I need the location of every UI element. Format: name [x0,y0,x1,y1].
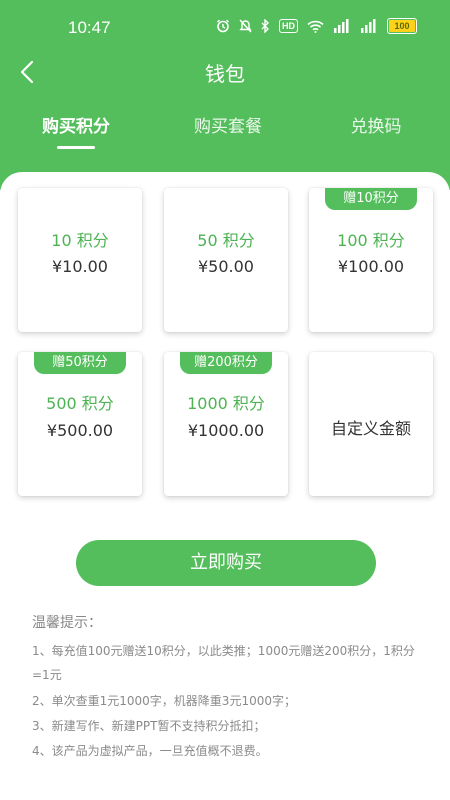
bluetooth-icon [261,19,270,33]
tip-item: 1、每充值100元赠送10积分，以此类推；1000元赠送200积分，1积分=1元 [32,644,415,682]
package-price: ¥100.00 [337,257,405,276]
package-price: ¥50.00 [198,257,254,276]
battery-level: 100 [394,21,410,31]
battery-icon: 100 [387,18,417,34]
status-icons: HD 100 [216,18,417,34]
tab-buy-points[interactable]: 购买积分 [16,112,136,137]
signal-4g-icon [360,19,378,33]
package-points: 100 积分 [337,231,405,250]
package-points: 10 积分 [51,231,109,250]
package-price: ¥500.00 [46,421,114,440]
active-tab-indicator [57,146,95,149]
package-card-1000[interactable]: 赠200积分 1000 积分 ¥1000.00 [164,352,288,496]
tab-buy-package[interactable]: 购买套餐 [168,112,288,137]
status-time: 10:47 [68,18,111,37]
tab-redeem-code[interactable]: 兑换码 [316,112,436,137]
package-points: 1000 积分 [187,394,265,413]
alarm-icon [216,19,230,33]
status-bar: 10:47 HD 100 [0,0,450,48]
bonus-badge: 赠10积分 [325,188,417,210]
tip-item: 2、单次查重1元1000字，机器降重3元1000字； [32,694,296,708]
package-points: 500 积分 [46,394,114,413]
tips-title: 温馨提示： [32,615,102,631]
custom-amount-card[interactable]: 自定义金额 [309,352,433,496]
hd-icon: HD [279,19,298,33]
battery-body: 100 [387,18,417,34]
title-bar: 钱包 [0,50,450,94]
package-price: ¥1000.00 [187,421,265,440]
package-card-50[interactable]: 50 积分 ¥50.00 [164,188,288,332]
tab-bar: 购买积分 购买套餐 兑换码 [0,112,450,152]
package-points: 50 积分 [197,231,255,250]
page-title: 钱包 [205,62,245,86]
buy-now-button[interactable]: 立即购买 [76,540,376,586]
package-price: ¥10.00 [52,257,108,276]
signal-5g-icon [333,19,351,33]
package-card-10[interactable]: 10 积分 ¥10.00 [18,188,142,332]
custom-amount-label: 自定义金额 [330,419,411,438]
tip-item: 4、该产品为虚拟产品，一旦充值概不退费。 [32,744,268,758]
bonus-badge: 赠200积分 [180,352,272,374]
mute-icon [239,19,252,33]
tip-item: 3、新建写作、新建PPT暂不支持积分抵扣； [32,719,266,733]
package-card-500[interactable]: 赠50积分 500 积分 ¥500.00 [18,352,142,496]
package-card-100[interactable]: 赠10积分 100 积分 ¥100.00 [309,188,433,332]
wifi-icon [307,20,324,33]
bonus-badge: 赠50积分 [34,352,126,374]
